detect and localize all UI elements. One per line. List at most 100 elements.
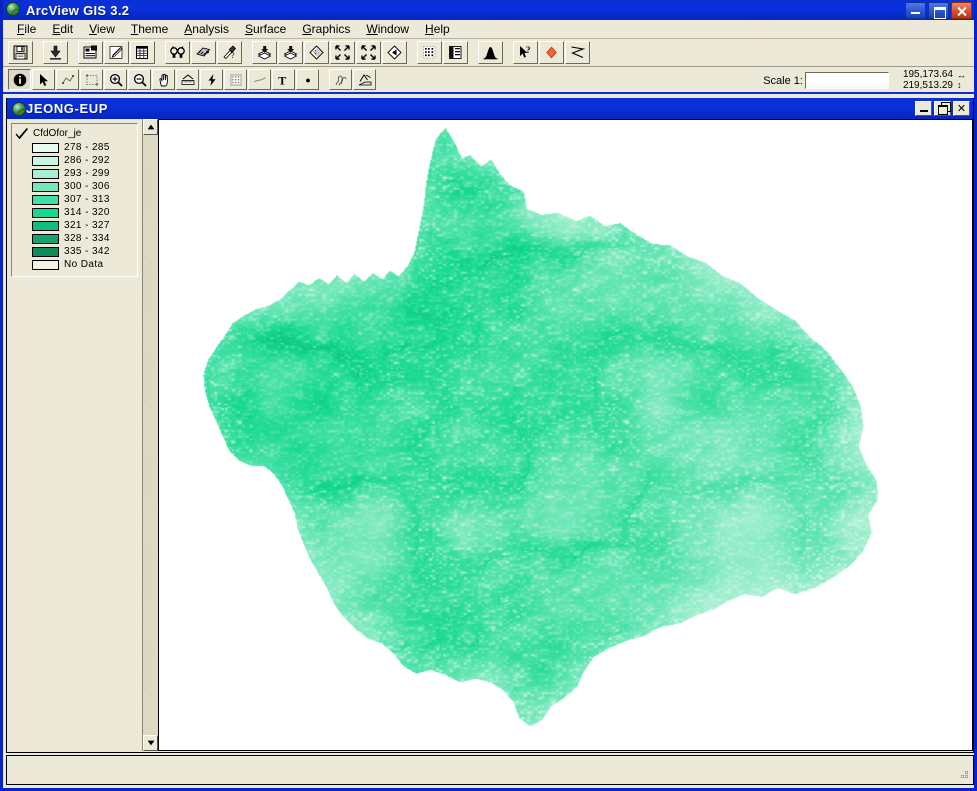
pointer-tool-icon[interactable]	[32, 69, 55, 90]
theme-properties-icon[interactable]	[78, 41, 103, 64]
theme-checkbox[interactable]	[15, 127, 29, 140]
legend-swatch	[32, 220, 59, 231]
jeong-eup-elevation-raster[interactable]	[159, 120, 972, 750]
legend-class-row[interactable]: 335 - 342	[32, 245, 134, 258]
hot-link-icon[interactable]	[539, 41, 564, 64]
legend-class-label: 314 - 320	[64, 207, 110, 218]
clear-selected-icon[interactable]	[443, 41, 468, 64]
identify-tool-icon[interactable]	[8, 69, 31, 90]
legend-class-row[interactable]: 314 - 320	[32, 206, 134, 219]
find-icon[interactable]	[165, 41, 190, 64]
scale-area: Scale 1: 195,173.64 219,513.29 ↔ ↕	[763, 67, 966, 94]
zoom-in-icon[interactable]	[330, 41, 355, 64]
tools-toolbar: T Scale 1: 195,173.64 219,513.29 ↔ ↕	[3, 67, 974, 94]
histogram-icon[interactable]	[478, 41, 503, 64]
legend-swatch	[32, 259, 59, 270]
scale-label: Scale 1:	[763, 74, 803, 87]
menu-analysis[interactable]: Analysis	[176, 21, 237, 38]
hot-link-tool-icon[interactable]	[200, 69, 223, 90]
legend-class-label: No Data	[64, 259, 104, 270]
select-feature-icon[interactable]	[417, 41, 442, 64]
legend-class-row[interactable]: 321 - 327	[32, 219, 134, 232]
zoom-to-active-themes-icon[interactable]	[304, 41, 329, 64]
save-project-icon[interactable]	[8, 41, 33, 64]
zoom-previous-icon[interactable]	[382, 41, 407, 64]
resize-grip-icon[interactable]	[956, 768, 970, 782]
menu-edit[interactable]: Edit	[44, 21, 81, 38]
query-builder-icon[interactable]: ?	[217, 41, 242, 64]
add-theme-icon[interactable]	[43, 41, 68, 64]
menu-help[interactable]: Help	[417, 21, 458, 38]
legend-class-row[interactable]: No Data	[32, 258, 134, 271]
close-button[interactable]	[951, 1, 972, 19]
text-tool-icon[interactable]: T	[272, 69, 295, 90]
menu-window[interactable]: Window	[358, 21, 417, 38]
legend-swatch	[32, 181, 59, 192]
locate-address-icon[interactable]	[191, 41, 216, 64]
pan-tool-icon[interactable]	[152, 69, 175, 90]
globe-magnifier-icon[interactable]	[12, 101, 26, 116]
view-window: JEONG-EUP ✕ CfdOfor_je 278 - 285 286 - 2…	[6, 98, 974, 753]
scroll-down-arrow-icon[interactable]	[143, 735, 158, 751]
application-title: ArcView GIS 3.2	[26, 2, 130, 18]
legend-panel: CfdOfor_je 278 - 285 286 - 292 293 - 299…	[7, 119, 159, 751]
menu-surface[interactable]: Surface	[237, 21, 294, 38]
legend-theme-entry[interactable]: CfdOfor_je 278 - 285 286 - 292 293 - 299…	[11, 123, 138, 277]
title-bar: ArcView GIS 3.2	[3, 0, 974, 20]
legend-class-list: 278 - 285 286 - 292 293 - 299 300 - 306 …	[32, 141, 134, 271]
view-title-bar: JEONG-EUP ✕	[7, 98, 973, 119]
legend-scroll-track[interactable]	[143, 135, 158, 735]
legend-class-row[interactable]: 307 - 313	[32, 193, 134, 206]
theme-name: CfdOfor_je	[33, 128, 82, 139]
view-caption-buttons: ✕	[915, 101, 970, 116]
view-restore-button[interactable]	[934, 101, 951, 116]
vertex-edit-tool-icon[interactable]	[56, 69, 79, 90]
status-bar	[6, 755, 974, 785]
contour-tool-icon[interactable]	[329, 69, 352, 90]
scroll-up-arrow-icon[interactable]	[143, 119, 158, 135]
minimize-button[interactable]	[905, 1, 926, 19]
menu-bar: File Edit View Theme Analysis Surface Gr…	[3, 20, 974, 39]
legend-scrollbar[interactable]	[142, 119, 158, 751]
coordinate-y: 219,513.29	[902, 79, 953, 91]
coordinate-readout: 195,173.64 219,513.29 ↔ ↕	[902, 69, 966, 91]
legend-class-row[interactable]: 286 - 292	[32, 154, 134, 167]
svg-text:?: ?	[231, 51, 235, 60]
legend-class-label: 321 - 327	[64, 220, 110, 231]
menu-graphics[interactable]: Graphics	[294, 21, 358, 38]
vertical-arrows-icon: ↕	[957, 79, 962, 90]
legend-class-row[interactable]: 328 - 334	[32, 232, 134, 245]
legend-class-row[interactable]: 300 - 306	[32, 180, 134, 193]
legend-header: CfdOfor_je	[15, 127, 134, 140]
map-display[interactable]	[159, 119, 973, 751]
profile-icon[interactable]	[565, 41, 590, 64]
maximize-button[interactable]	[928, 1, 949, 19]
zoom-out-icon[interactable]	[356, 41, 381, 64]
legend-class-label: 293 - 299	[64, 168, 110, 179]
edit-legend-icon[interactable]	[104, 41, 129, 64]
menu-theme[interactable]: Theme	[123, 21, 176, 38]
line-of-sight-tool-icon[interactable]	[353, 69, 376, 90]
zoom-in-tool-icon[interactable]	[104, 69, 127, 90]
select-box-tool-icon[interactable]	[80, 69, 103, 90]
view-close-button[interactable]: ✕	[953, 101, 970, 116]
open-theme-table-icon[interactable]	[130, 41, 155, 64]
svg-text:?: ?	[526, 45, 531, 55]
scale-input[interactable]	[804, 72, 889, 89]
svg-text:T: T	[278, 73, 286, 87]
globe-magnifier-icon[interactable]	[6, 2, 22, 18]
view-minimize-button[interactable]	[915, 101, 932, 116]
legend-class-row[interactable]: 278 - 285	[32, 141, 134, 154]
label-tool-icon[interactable]	[224, 69, 247, 90]
menu-view[interactable]: View	[81, 21, 123, 38]
draw-point-tool-icon[interactable]	[296, 69, 319, 90]
zoom-to-themes-icon[interactable]	[278, 41, 303, 64]
measure-tool-icon[interactable]	[176, 69, 199, 90]
coordinate-x: 195,173.64	[902, 69, 953, 80]
legend-class-row[interactable]: 293 - 299	[32, 167, 134, 180]
help-pointer-icon[interactable]: ?	[513, 41, 538, 64]
menu-file[interactable]: File	[9, 21, 44, 38]
zoom-to-selected-icon[interactable]	[252, 41, 277, 64]
draw-tool-icon[interactable]	[248, 69, 271, 90]
zoom-out-tool-icon[interactable]	[128, 69, 151, 90]
